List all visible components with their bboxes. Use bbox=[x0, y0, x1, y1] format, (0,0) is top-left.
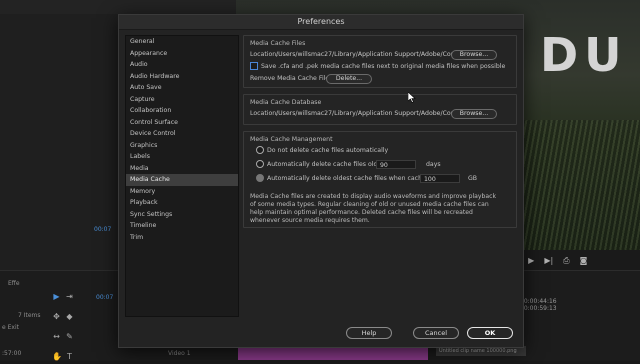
source-timecode: 00:07 bbox=[94, 226, 112, 233]
database-browse-button[interactable]: Browse... bbox=[451, 109, 497, 119]
group-title: Media Cache Files bbox=[250, 40, 306, 47]
sidebar-item-auto-save[interactable]: Auto Save bbox=[126, 82, 238, 94]
no-delete-row: Do not delete cache files automatically bbox=[256, 145, 510, 157]
preferences-dialog: Preferences General Appearance Audio Aud… bbox=[118, 14, 524, 348]
export-frame-icon[interactable]: ⎙ bbox=[563, 256, 569, 265]
save-next-to-original-row: Save .cfa and .pek media cache files nex… bbox=[250, 61, 510, 73]
pen-tool-icon[interactable]: ✎ bbox=[65, 332, 74, 341]
cache-files-browse-button[interactable]: Browse... bbox=[451, 50, 497, 60]
exceeds-row: Automatically delete oldest cache files … bbox=[256, 173, 510, 185]
cache-description: Media Cache files are created to display… bbox=[250, 193, 496, 224]
sidebar-item-playback[interactable]: Playback bbox=[126, 197, 238, 209]
sidebar-item-trim[interactable]: Trim bbox=[126, 232, 238, 244]
older-than-days-input[interactable]: 90 bbox=[376, 160, 416, 169]
play-icon[interactable]: ▶ bbox=[528, 256, 534, 265]
effects-tab[interactable]: Effe bbox=[8, 280, 20, 287]
remove-cache-label: Remove Media Cache Files bbox=[250, 75, 333, 82]
timeline-timecode: 00:07 bbox=[96, 294, 114, 301]
no-delete-radio[interactable] bbox=[256, 146, 264, 154]
sidebar-item-media-cache[interactable]: Media Cache bbox=[126, 174, 238, 186]
no-delete-label[interactable]: Do not delete cache files automatically bbox=[267, 147, 388, 154]
slip-tool-icon[interactable]: ↔ bbox=[52, 332, 61, 341]
camera-icon[interactable]: ◙ bbox=[580, 256, 588, 265]
older-than-radio[interactable] bbox=[256, 160, 264, 168]
sidebar-item-capture[interactable]: Capture bbox=[126, 94, 238, 106]
help-button[interactable]: Help bbox=[346, 327, 392, 339]
tools-panel: ▶ ⇥ ✥ ◆ ↔ ✎ ✋ T bbox=[50, 284, 80, 364]
timeline-ruler: 00:00:44:16 00:00:59:13 bbox=[520, 298, 640, 312]
track-select-icon[interactable]: ⇥ bbox=[65, 292, 74, 301]
dialog-title: Preferences bbox=[119, 15, 523, 30]
video-track-label: Video 1 bbox=[168, 350, 191, 357]
location-label: Location: bbox=[250, 110, 279, 117]
project-exit-label: e Exit bbox=[2, 324, 19, 331]
media-cache-database-group: Media Cache Database Location:/Users/wil… bbox=[243, 94, 517, 125]
timeline-clip[interactable] bbox=[238, 348, 428, 360]
group-title: Media Cache Management bbox=[250, 136, 333, 143]
save-next-to-original-checkbox[interactable] bbox=[250, 62, 258, 70]
bottom-timecode: :57:00 bbox=[2, 350, 22, 357]
group-title: Media Cache Database bbox=[250, 99, 322, 106]
transport-controls: ◀▶▶|⎙◙ bbox=[512, 256, 597, 266]
media-cache-management-group: Media Cache Management Do not delete cac… bbox=[243, 131, 517, 228]
exceeds-gb-input[interactable]: 100 bbox=[420, 174, 460, 183]
selection-tool-icon[interactable]: ▶ bbox=[52, 292, 61, 301]
preferences-sidebar: General Appearance Audio Audio Hardware … bbox=[125, 35, 239, 317]
cache-files-path: /Users/willsmac27/Library/Application Su… bbox=[276, 51, 471, 58]
cancel-button[interactable]: Cancel bbox=[413, 327, 459, 339]
exceeds-radio[interactable] bbox=[256, 174, 264, 182]
ripple-edit-icon[interactable]: ✥ bbox=[52, 312, 61, 321]
sidebar-item-graphics[interactable]: Graphics bbox=[126, 140, 238, 152]
database-path: /Users/willsmac27/Library/Application Su… bbox=[276, 110, 473, 117]
sidebar-item-timeline[interactable]: Timeline bbox=[126, 220, 238, 232]
ruler-label: 00:00:44:16 bbox=[520, 298, 557, 305]
ruler-label: 00:00:59:13 bbox=[520, 305, 557, 312]
older-than-row: Automatically delete cache files older t… bbox=[256, 159, 510, 171]
sidebar-item-media[interactable]: Media bbox=[126, 163, 238, 175]
gb-unit: GB bbox=[468, 175, 478, 182]
days-unit: days bbox=[426, 161, 441, 168]
remove-cache-row: Remove Media Cache Files Delete... bbox=[250, 73, 510, 85]
location-label: Location: bbox=[250, 51, 279, 58]
ok-button[interactable]: OK bbox=[467, 327, 513, 339]
delete-cache-button[interactable]: Delete... bbox=[326, 74, 372, 84]
razor-icon[interactable]: ◆ bbox=[65, 312, 74, 321]
project-items-count: 7 Items bbox=[18, 312, 41, 319]
sidebar-item-labels[interactable]: Labels bbox=[126, 151, 238, 163]
preview-overlay-text: DU bbox=[540, 28, 628, 82]
database-location-row: Location:/Users/willsmac27/Library/Appli… bbox=[250, 108, 510, 120]
checkbox-label[interactable]: Save .cfa and .pek media cache files nex… bbox=[261, 63, 505, 70]
sidebar-item-memory[interactable]: Memory bbox=[126, 186, 238, 198]
media-cache-files-group: Media Cache Files Location:/Users/willsm… bbox=[243, 35, 517, 88]
preferences-content: Media Cache Files Location:/Users/willsm… bbox=[243, 35, 517, 234]
step-forward-icon[interactable]: ▶| bbox=[544, 256, 553, 265]
sidebar-item-collaboration[interactable]: Collaboration bbox=[126, 105, 238, 117]
sidebar-item-sync-settings[interactable]: Sync Settings bbox=[126, 209, 238, 221]
sidebar-item-audio[interactable]: Audio bbox=[126, 59, 238, 71]
cache-files-location-row: Location:/Users/willsmac27/Library/Appli… bbox=[250, 49, 510, 61]
sidebar-item-general[interactable]: General bbox=[126, 36, 238, 48]
sidebar-item-control-surface[interactable]: Control Surface bbox=[126, 117, 238, 129]
sidebar-item-device-control[interactable]: Device Control bbox=[126, 128, 238, 140]
sidebar-item-appearance[interactable]: Appearance bbox=[126, 48, 238, 60]
sidebar-item-audio-hardware[interactable]: Audio Hardware bbox=[126, 71, 238, 83]
